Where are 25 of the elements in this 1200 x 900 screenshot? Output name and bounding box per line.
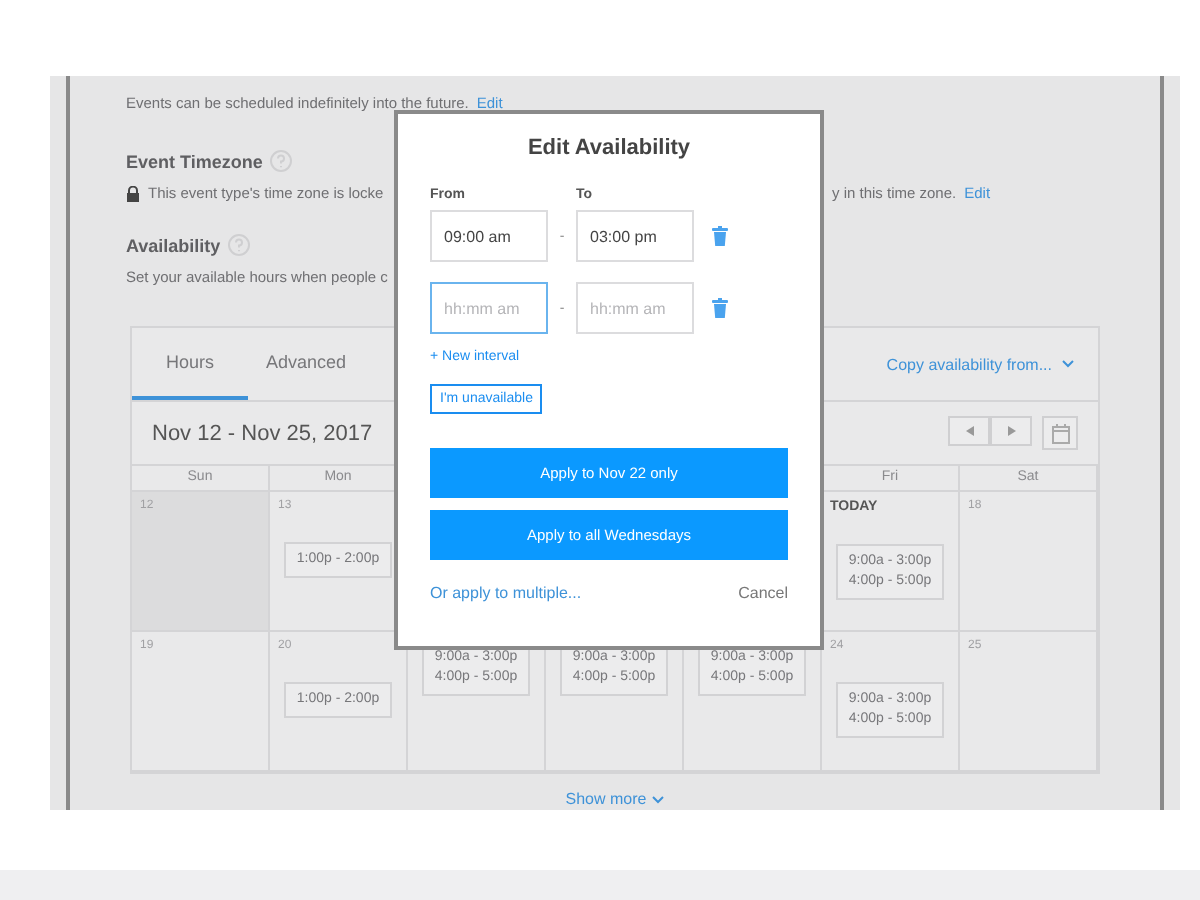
time-input[interactable]: hh:mm am (576, 282, 694, 334)
triangle-left-icon (965, 426, 973, 436)
time-input[interactable]: 09:00 am (430, 210, 548, 262)
show-more-link[interactable]: Show more (565, 790, 665, 808)
dialog-title: Edit Availability (525, 136, 693, 160)
previous-button[interactable] (948, 416, 990, 446)
date-range: Nov 12 - Nov 25, 2017 (152, 421, 373, 445)
chevron-down-icon (652, 795, 665, 803)
trash-icon[interactable] (712, 298, 728, 318)
calendar-icon (1051, 423, 1069, 443)
copy-availability-link[interactable]: Copy availability from... (886, 355, 1074, 373)
section-title: Event Timezone (126, 151, 263, 171)
apply-multiple-link[interactable]: Or apply to multiple... (430, 584, 582, 602)
next-button[interactable] (990, 416, 1032, 446)
triangle-right-icon (1007, 426, 1015, 436)
time-input[interactable]: hh:mm am (430, 282, 548, 334)
lock-icon (126, 185, 140, 201)
cancel-button[interactable]: Cancel (738, 584, 788, 602)
chevron-down-icon (1062, 360, 1074, 368)
tab[interactable]: Advanced (248, 328, 364, 400)
time-input[interactable]: 03:00 pm (576, 210, 694, 262)
tab[interactable]: Hours (132, 328, 248, 400)
calendar-button[interactable] (1042, 416, 1078, 450)
section-title: Availability (126, 235, 221, 255)
trash-icon[interactable] (712, 226, 728, 246)
